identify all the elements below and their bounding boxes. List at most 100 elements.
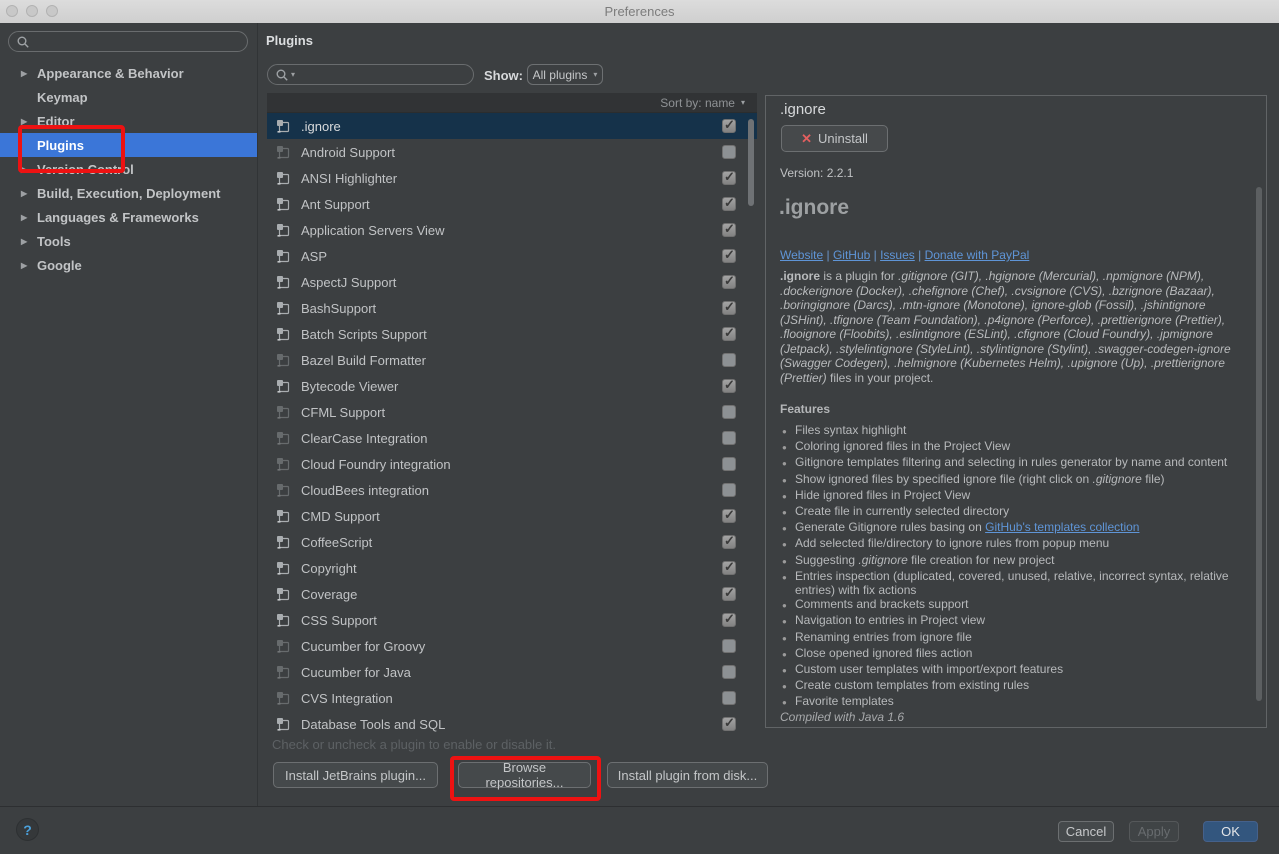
install-plugin-from-disk-button[interactable]: Install plugin from disk... [607, 762, 768, 788]
sidebar-item-keymap[interactable]: Keymap [0, 85, 257, 109]
sidebar-item-google[interactable]: ▶Google [0, 253, 257, 277]
show-filter-value: All plugins [533, 68, 588, 82]
plugin-enabled-checkbox[interactable] [722, 197, 736, 211]
bullet-icon: ● [782, 662, 795, 678]
apply-button[interactable]: Apply [1129, 821, 1179, 842]
expand-arrow-icon[interactable]: ▶ [21, 189, 37, 198]
plugin-row-aspectj-support[interactable]: AspectJ Support [267, 269, 757, 295]
uninstall-button[interactable]: ✕ Uninstall [781, 125, 888, 152]
plugin-enabled-checkbox[interactable] [722, 561, 736, 575]
plugin-enabled-checkbox[interactable] [722, 249, 736, 263]
sidebar-item-version-control[interactable]: ▶Version Control [0, 157, 257, 181]
plugin-search-input[interactable]: ▾ [267, 64, 474, 85]
plugin-row-bytecode-viewer[interactable]: Bytecode Viewer [267, 373, 757, 399]
plugin-enabled-checkbox[interactable] [722, 535, 736, 549]
plugin-row-copyright[interactable]: Copyright [267, 555, 757, 581]
plugin-row-batch-scripts-support[interactable]: Batch Scripts Support [267, 321, 757, 347]
expand-arrow-icon[interactable]: ▶ [21, 261, 37, 270]
expand-arrow-icon[interactable]: ▶ [21, 165, 37, 174]
plugin-enabled-checkbox[interactable] [722, 665, 736, 679]
plugin-row-ignore[interactable]: .ignore [267, 113, 757, 139]
plugin-list-scrollbar[interactable] [748, 119, 754, 206]
plugin-link-donate-with-paypal[interactable]: Donate with PayPal [925, 248, 1030, 262]
plugin-enabled-checkbox[interactable] [722, 639, 736, 653]
sidebar-item-plugins[interactable]: Plugins [0, 133, 257, 157]
plugin-enabled-checkbox[interactable] [722, 587, 736, 601]
plugin-row-coffeescript[interactable]: CoffeeScript [267, 529, 757, 555]
plugin-enabled-checkbox[interactable] [722, 457, 736, 471]
plugin-enabled-checkbox[interactable] [722, 379, 736, 393]
search-options-caret-icon[interactable]: ▾ [291, 70, 295, 79]
settings-search-input[interactable] [8, 31, 248, 52]
plugin-enabled-checkbox[interactable] [722, 405, 736, 419]
plugin-row-ansi-highlighter[interactable]: ANSI Highlighter [267, 165, 757, 191]
plugin-row-ant-support[interactable]: Ant Support [267, 191, 757, 217]
expand-arrow-icon[interactable]: ▶ [21, 69, 37, 78]
plugin-list-header[interactable]: Sort by: name ▾ [267, 93, 757, 113]
plugin-list: Sort by: name ▾ .ignoreAndroid SupportAN… [267, 93, 757, 737]
plugin-enabled-checkbox[interactable] [722, 119, 736, 133]
plugin-row-cfml-support[interactable]: CFML Support [267, 399, 757, 425]
text-segment: .gitignore [1092, 472, 1141, 486]
plugin-link-issues[interactable]: Issues [880, 248, 915, 262]
plugin-enabled-checkbox[interactable] [722, 145, 736, 159]
browse-repositories-button[interactable]: Browse repositories... [458, 762, 591, 788]
plugin-enabled-checkbox[interactable] [722, 613, 736, 627]
sidebar-item-editor[interactable]: ▶Editor [0, 109, 257, 133]
feature-item: ●Comments and brackets support [782, 597, 1248, 613]
sidebar-item-build-execution-deployment[interactable]: ▶Build, Execution, Deployment [0, 181, 257, 205]
plugin-link-website[interactable]: Website [780, 248, 823, 262]
ok-button[interactable]: OK [1203, 821, 1258, 842]
feature-text: Generate Gitignore rules basing on GitHu… [795, 520, 1139, 536]
plugin-row-cloud-foundry-integration[interactable]: Cloud Foundry integration [267, 451, 757, 477]
plugin-enabled-checkbox[interactable] [722, 223, 736, 237]
plugin-row-android-support[interactable]: Android Support [267, 139, 757, 165]
plugin-row-bazel-build-formatter[interactable]: Bazel Build Formatter [267, 347, 757, 373]
plugin-enabled-checkbox[interactable] [722, 431, 736, 445]
plugin-enabled-checkbox[interactable] [722, 509, 736, 523]
show-filter-dropdown[interactable]: All plugins ▾ [527, 64, 603, 85]
expand-arrow-icon[interactable]: ▶ [21, 117, 37, 126]
sidebar-item-appearance-behavior[interactable]: ▶Appearance & Behavior [0, 61, 257, 85]
plugin-enabled-checkbox[interactable] [722, 327, 736, 341]
plugin-icon [275, 560, 291, 576]
expand-arrow-icon[interactable]: ▶ [21, 213, 37, 222]
plugin-enabled-checkbox[interactable] [722, 353, 736, 367]
help-button[interactable]: ? [16, 818, 39, 841]
plugin-row-cvs-integration[interactable]: CVS Integration [267, 685, 757, 711]
plugin-row-cmd-support[interactable]: CMD Support [267, 503, 757, 529]
feature-item: ●Hide ignored files in Project View [782, 488, 1248, 504]
plugin-row-asp[interactable]: ASP [267, 243, 757, 269]
text-segment: Gitignore templates filtering and select… [795, 455, 1227, 469]
details-scrollbar[interactable] [1256, 187, 1262, 701]
plugin-enabled-checkbox[interactable] [722, 483, 736, 497]
plugin-row-cucumber-for-groovy[interactable]: Cucumber for Groovy [267, 633, 757, 659]
plugin-enabled-checkbox[interactable] [722, 691, 736, 705]
plugin-icon [275, 326, 291, 342]
cancel-button[interactable]: Cancel [1058, 821, 1114, 842]
plugin-hint-text: Check or uncheck a plugin to enable or d… [272, 737, 556, 752]
text-segment: is a plugin for [820, 269, 898, 283]
feature-text: Create file in currently selected direct… [795, 504, 1009, 520]
install-jetbrains-plugin-button[interactable]: Install JetBrains plugin... [273, 762, 438, 788]
plugin-row-cloudbees-integration[interactable]: CloudBees integration [267, 477, 757, 503]
plugin-row-cucumber-for-java[interactable]: Cucumber for Java [267, 659, 757, 685]
plugin-enabled-checkbox[interactable] [722, 717, 736, 731]
plugin-name-label: ClearCase Integration [301, 431, 427, 446]
expand-arrow-icon[interactable]: ▶ [21, 237, 37, 246]
plugin-row-bashsupport[interactable]: BashSupport [267, 295, 757, 321]
plugin-enabled-checkbox[interactable] [722, 275, 736, 289]
plugin-row-database-tools-and-sql[interactable]: Database Tools and SQL [267, 711, 757, 737]
plugin-row-clearcase-integration[interactable]: ClearCase Integration [267, 425, 757, 451]
plugin-enabled-checkbox[interactable] [722, 171, 736, 185]
plugin-link-github[interactable]: GitHub [833, 248, 870, 262]
sidebar-item-tools[interactable]: ▶Tools [0, 229, 257, 253]
inline-link[interactable]: GitHub's templates collection [985, 520, 1139, 534]
sidebar-item-languages-frameworks[interactable]: ▶Languages & Frameworks [0, 205, 257, 229]
plugin-name-label: Coverage [301, 587, 357, 602]
plugin-row-css-support[interactable]: CSS Support [267, 607, 757, 633]
plugin-row-application-servers-view[interactable]: Application Servers View [267, 217, 757, 243]
plugin-enabled-checkbox[interactable] [722, 301, 736, 315]
plugin-row-coverage[interactable]: Coverage [267, 581, 757, 607]
feature-item: ●Gitignore templates filtering and selec… [782, 455, 1248, 471]
